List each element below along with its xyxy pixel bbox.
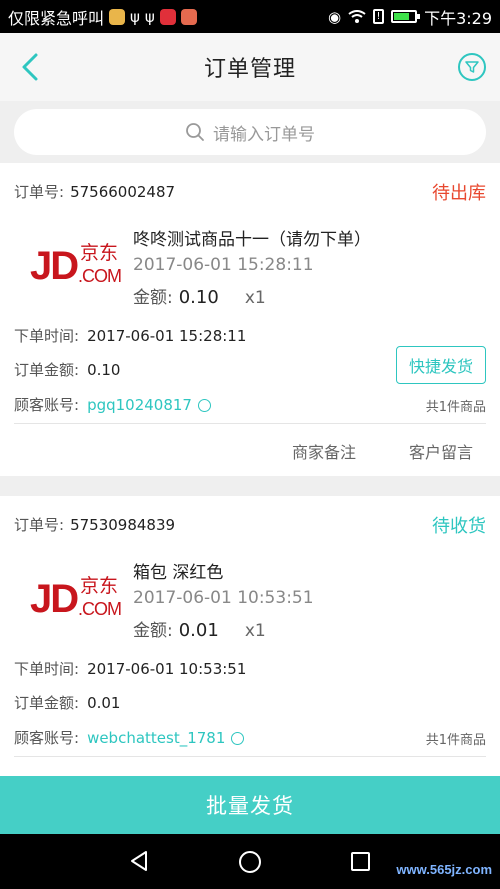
chat-icon[interactable] — [231, 732, 245, 745]
product-time: 2017-06-01 15:28:11 — [133, 255, 314, 275]
divider — [14, 423, 486, 424]
order-amount-row: 订单金额: 0.10 — [14, 359, 120, 380]
order-id: 57530984839 — [70, 516, 176, 534]
product-time: 2017-06-01 10:53:51 — [133, 588, 314, 608]
sim-alert-icon: ! — [373, 9, 385, 24]
order-card[interactable]: 订单号: 57530984839 待收货 JD 京东 .COM 箱包 深红色 20… — [0, 496, 500, 776]
customer-account-link[interactable]: pgq10240817 — [87, 396, 192, 414]
order-amount: 0.10 — [87, 361, 121, 379]
usb-icon: ψ — [144, 7, 155, 26]
filter-button[interactable] — [458, 53, 486, 81]
nav-home-icon[interactable] — [239, 851, 261, 873]
merchant-note-button[interactable]: 商家备注 — [292, 439, 356, 463]
quick-ship-button[interactable]: 快捷发货 — [396, 346, 486, 384]
jd-logo: JD 京东 .COM — [30, 243, 122, 288]
search-icon — [186, 123, 204, 141]
order-time-row: 下单时间: 2017-06-01 10:53:51 — [14, 658, 246, 679]
order-id-label: 订单号: — [14, 183, 65, 201]
order-id-row: 订单号: 57566002487 — [14, 181, 175, 202]
clock: 下午3:29 — [424, 8, 492, 28]
watermark: www.565jz.com — [396, 862, 492, 877]
amount-value: 0.10 — [178, 287, 219, 308]
bulk-ship-button[interactable]: 批量发货 — [0, 776, 500, 834]
app-notification-icon — [109, 8, 126, 25]
item-count: 共1件商品 — [425, 400, 486, 415]
weibo-icon — [159, 8, 176, 25]
order-time: 2017-06-01 10:53:51 — [87, 660, 247, 678]
customer-label: 顾客账号: — [14, 729, 80, 747]
carrier-text: 仅限紧急呼叫 — [8, 8, 105, 28]
search-placeholder: 请输入订单号 — [213, 124, 315, 145]
customer-message-button[interactable]: 客户留言 — [409, 439, 473, 463]
amount-label: 金额: — [133, 621, 173, 641]
product-name[interactable]: 咚咚测试商品十一（请勿下单） — [133, 225, 371, 250]
nav-back-icon[interactable] — [128, 850, 150, 872]
order-amount-label: 订单金额: — [14, 694, 80, 712]
amount-label: 金额: — [133, 288, 173, 308]
chat-icon[interactable] — [197, 399, 211, 412]
divider — [14, 756, 486, 757]
item-count: 共1件商品 — [425, 733, 486, 748]
order-amount: 0.01 — [87, 694, 121, 712]
order-time-row: 下单时间: 2017-06-01 15:28:11 — [14, 325, 246, 346]
product-amount: 金额: 0.01 x1 — [133, 616, 266, 641]
quantity: x1 — [244, 621, 266, 641]
customer-label: 顾客账号: — [14, 396, 80, 414]
order-id-row: 订单号: 57530984839 — [14, 514, 175, 535]
usb-icon: ψ — [130, 7, 140, 26]
search-area: 请输入订单号 — [0, 101, 500, 163]
app-header: 订单管理 — [0, 33, 500, 101]
battery-icon — [391, 10, 421, 23]
page-title: 订单管理 — [203, 57, 296, 82]
customer-row: 顾客账号: pgq10240817 — [14, 394, 211, 415]
amount-value: 0.01 — [178, 620, 219, 641]
product-amount: 金额: 0.10 x1 — [133, 283, 266, 308]
order-time-label: 下单时间: — [14, 660, 80, 678]
order-amount-label: 订单金额: — [14, 361, 80, 379]
filter-icon — [465, 61, 479, 73]
wifi-icon — [348, 9, 366, 23]
product-name[interactable]: 箱包 深红色 — [133, 558, 223, 583]
chevron-left-icon[interactable] — [16, 51, 48, 83]
system-nav-bar: www.565jz.com — [0, 834, 500, 889]
eye-icon: ◉ — [327, 7, 342, 26]
order-status: 待收货 — [432, 516, 486, 537]
nav-recents-icon[interactable] — [351, 852, 370, 871]
order-time: 2017-06-01 15:28:11 — [87, 327, 247, 345]
order-card[interactable]: 订单号: 57566002487 待出库 JD 京东 .COM 咚咚测试商品十一（… — [0, 163, 500, 476]
quantity: x1 — [244, 288, 266, 308]
jd-logo: JD 京东 .COM — [30, 576, 122, 621]
search-input[interactable]: 请输入订单号 — [14, 109, 486, 155]
order-id-label: 订单号: — [14, 516, 65, 534]
map-icon — [180, 8, 197, 25]
order-status: 待出库 — [432, 183, 486, 204]
order-time-label: 下单时间: — [14, 327, 80, 345]
status-bar: 仅限紧急呼叫 ψ ψ ◉ ! 下午3:29 — [0, 0, 500, 33]
order-id: 57566002487 — [70, 183, 176, 201]
customer-row: 顾客账号: webchattest_1781 — [14, 727, 245, 748]
customer-account-link[interactable]: webchattest_1781 — [87, 729, 225, 747]
order-amount-row: 订单金额: 0.01 — [14, 692, 120, 713]
